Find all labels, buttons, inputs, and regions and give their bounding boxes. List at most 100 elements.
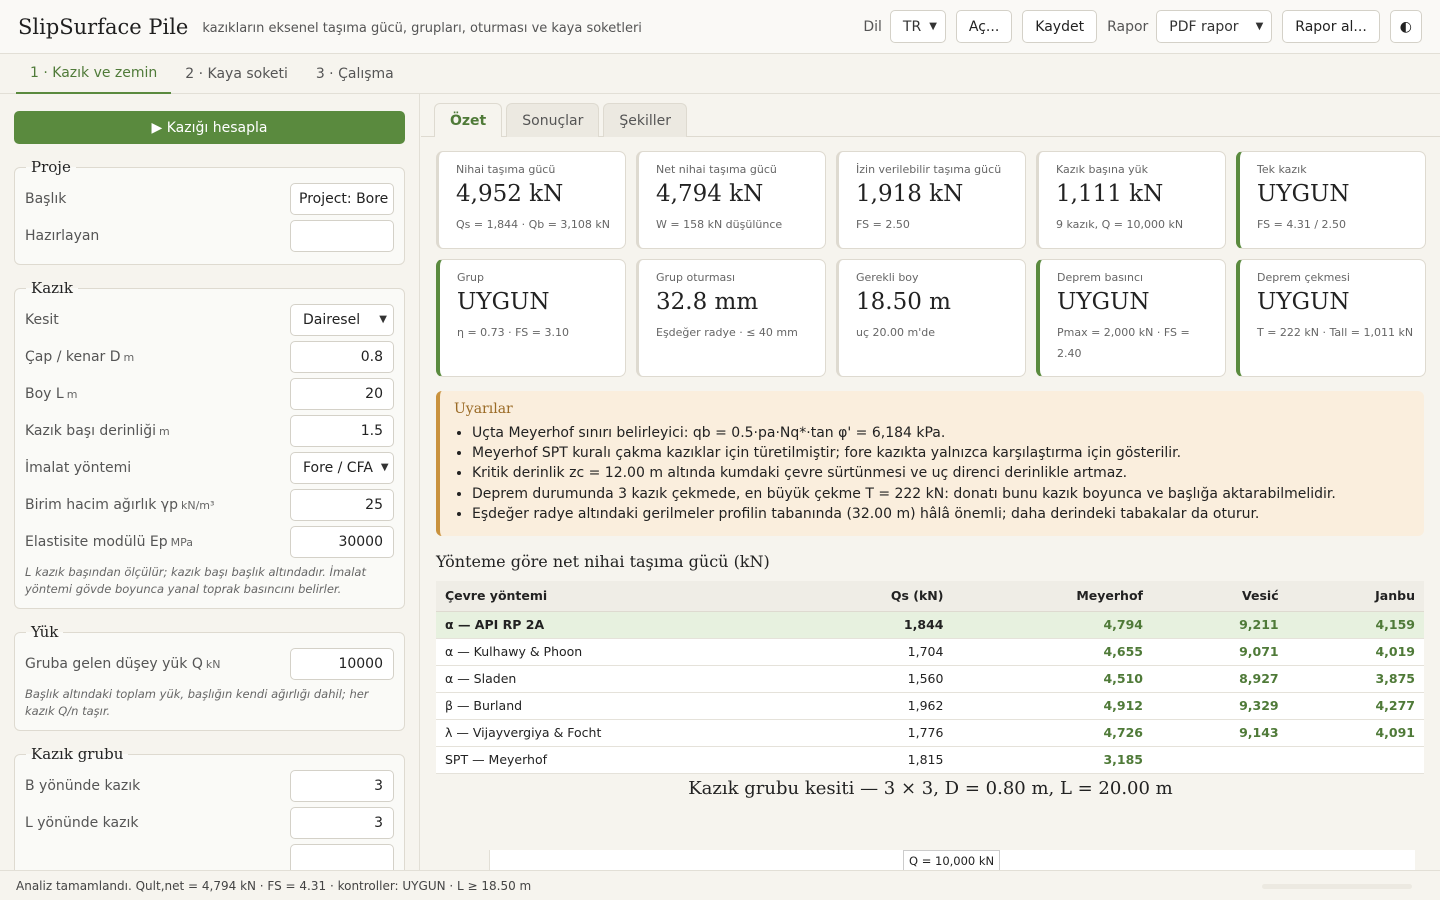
card-detail: η = 0.73 · FS = 3.10 [457,326,569,339]
card-detail: T = 222 kN · Tall = 1,011 kN [1257,326,1414,339]
summary-card: Kazık başına yük 1,111 kN 9 kazık, Q = 10,… [1036,151,1226,249]
load-note: Başlık altındaki toplam yük, başlığın ke… [25,687,369,718]
tab-summary[interactable]: Özet [434,103,503,137]
warnings-title: Uyarılar [454,401,513,417]
title-input[interactable]: Project: Bore [290,182,394,215]
table-cell: 4,277 [1287,692,1424,720]
diameter-label: Çap / kenar Dm [25,349,134,365]
table-cell: λ — Vijayvergiya & Focht [436,719,786,747]
card-value: UYGUN [457,289,550,315]
report-format-value: PDF rapor [1169,18,1239,35]
save-button[interactable]: Kaydet [1022,10,1098,43]
load-unit: kN [205,657,221,671]
calculate-button[interactable]: ▶ Kazığı hesapla [14,111,405,144]
table-cell: 3,185 [952,746,1152,774]
load-annotation: Q = 10,000 kN [903,850,1001,870]
theme-toggle-icon[interactable]: ◐ [1389,10,1422,43]
load-label-text: Gruba gelen düşey yük Q [25,655,203,672]
tab-figures[interactable]: Şekiller [603,103,688,137]
card-title: Net nihai taşıma gücü [656,163,777,176]
tab-pile-soil[interactable]: 1 · Kazık ve zemin [16,54,172,94]
unit-weight-unit: kN/m³ [180,498,215,512]
section-label: Kesit [25,311,59,328]
table-row: α — API RP 2A 1,844 4,794 9,211 4,159 [436,611,1424,639]
card-value: UYGUN [1257,289,1350,315]
card-title: İzin verilebilir taşıma gücü [856,163,1002,176]
table-cell: α — Kulhawy & Phoon [436,638,786,666]
card-title: Deprem çekmesi [1257,271,1350,284]
card-value: 32.8 mm [656,289,759,315]
pile-note: L kazık başından ölçülür; kazık başı baş… [25,565,366,596]
head-depth-unit: m [158,424,170,438]
diameter-unit: m [123,350,135,364]
report-format-select[interactable]: PDF rapor ▼ [1156,10,1273,43]
top-bar: SlipSurface Pile kazıkların eksenel taşı… [0,0,1440,54]
method-select[interactable]: Fore / CFA ▼ [290,451,394,484]
section-select[interactable]: Dairesel ▼ [290,303,394,336]
length-label: Boy Lm [25,386,77,402]
section-value: Dairesel [303,311,361,328]
table-cell: 4,019 [1287,638,1424,666]
warnings-box: Uyarılar Uçta Meyerhof sınırı belirleyic… [436,391,1424,536]
table-cell: 4,510 [952,665,1152,693]
head-depth-input[interactable]: 1.5 [290,414,394,447]
export-report-button[interactable]: Rapor al... [1282,10,1380,43]
modulus-input[interactable]: 30000 [290,525,394,558]
warning-item: Kritik derinlik zc = 12.00 m altında kum… [472,463,1410,483]
progress-bar [1262,884,1412,889]
card-title: Nihai taşıma gücü [456,163,556,176]
modulus-unit: MPa [170,535,194,549]
next-input[interactable] [290,843,394,870]
column-header[interactable]: Qs (kN) [786,581,953,612]
card-title: Grup oturması [656,271,736,284]
table-cell: 4,655 [952,638,1152,666]
table-cell: 4,726 [952,719,1152,747]
card-detail: W = 158 kN düşülünce [656,218,783,231]
prepared-by-input[interactable] [290,219,394,252]
piles-l-input[interactable]: 3 [290,806,394,839]
table-cell: 9,071 [1151,638,1288,666]
table-cell: 9,329 [1151,692,1288,720]
card-value: 1,918 kN [856,181,964,207]
table-cell: β — Burland [436,692,786,720]
tab-run[interactable]: 3 · Çalışma [302,54,408,94]
table-cell: 1,704 [786,638,953,666]
chevron-down-icon: ▼ [1255,21,1264,32]
project-legend: Proje [31,158,71,176]
table-cell [1287,746,1424,774]
column-header[interactable]: Vesić [1151,581,1288,612]
title-label: Başlık [25,190,67,207]
summary-card: Grup oturması 32.8 mm Eşdeğer radye · ≤ 40… [636,259,826,377]
summary-card: İzin verilebilir taşıma gücü 1,918 kN FS =… [836,151,1026,249]
summary-card: Grup UYGUN η = 0.73 · FS = 3.10 [436,259,626,377]
modulus-label: Elastisite modülü Ep MPa [25,534,193,550]
summary-card: Nihai taşıma gücü 4,952 kN Qs = 1,844 · Qb… [436,151,626,249]
tab-rock-socket[interactable]: 2 · Kaya soketi [171,54,302,94]
card-value: 4,794 kN [656,181,764,207]
diameter-input[interactable]: 0.8 [290,340,394,373]
piles-b-input[interactable]: 3 [290,769,394,802]
card-value: 18.50 m [856,289,951,315]
table-row: λ — Vijayvergiya & Focht 1,776 4,726 9,143 4… [436,719,1424,747]
tab-results[interactable]: Sonuçlar [506,103,600,137]
table-row: β — Burland 1,962 4,912 9,329 4,277 [436,692,1424,720]
load-input[interactable]: 10000 [290,647,394,680]
column-header[interactable]: Çevre yöntemi [436,581,786,612]
unit-weight-input[interactable]: 25 [290,488,394,521]
modulus-label-text: Elastisite modülü Ep [25,533,168,550]
column-header[interactable]: Meyerhof [952,581,1152,612]
table-cell: α — Sladen [436,665,786,693]
method-label: İmalat yöntemi [25,459,132,476]
table-cell: 1,815 [786,746,953,774]
table-cell: 4,091 [1287,719,1424,747]
column-header[interactable]: Janbu [1287,581,1424,612]
language-select[interactable]: TR ▼ [889,10,946,43]
app-subtitle: kazıkların eksenel taşıma gücü, grupları… [202,21,642,36]
length-input[interactable]: 20 [290,377,394,410]
card-detail: FS = 4.31 / 2.50 [1257,218,1347,231]
load-label: Gruba gelen düşey yük QkN [25,656,220,672]
summary-card: Gerekli boy 18.50 m uç 20.00 m'de [836,259,1026,377]
warnings-list: Uçta Meyerhof sınırı belirleyici: qb = 0… [454,423,1410,524]
open-button[interactable]: Aç... [955,10,1013,43]
table-row: α — Kulhawy & Phoon 1,704 4,655 9,071 4,019 [436,638,1424,666]
